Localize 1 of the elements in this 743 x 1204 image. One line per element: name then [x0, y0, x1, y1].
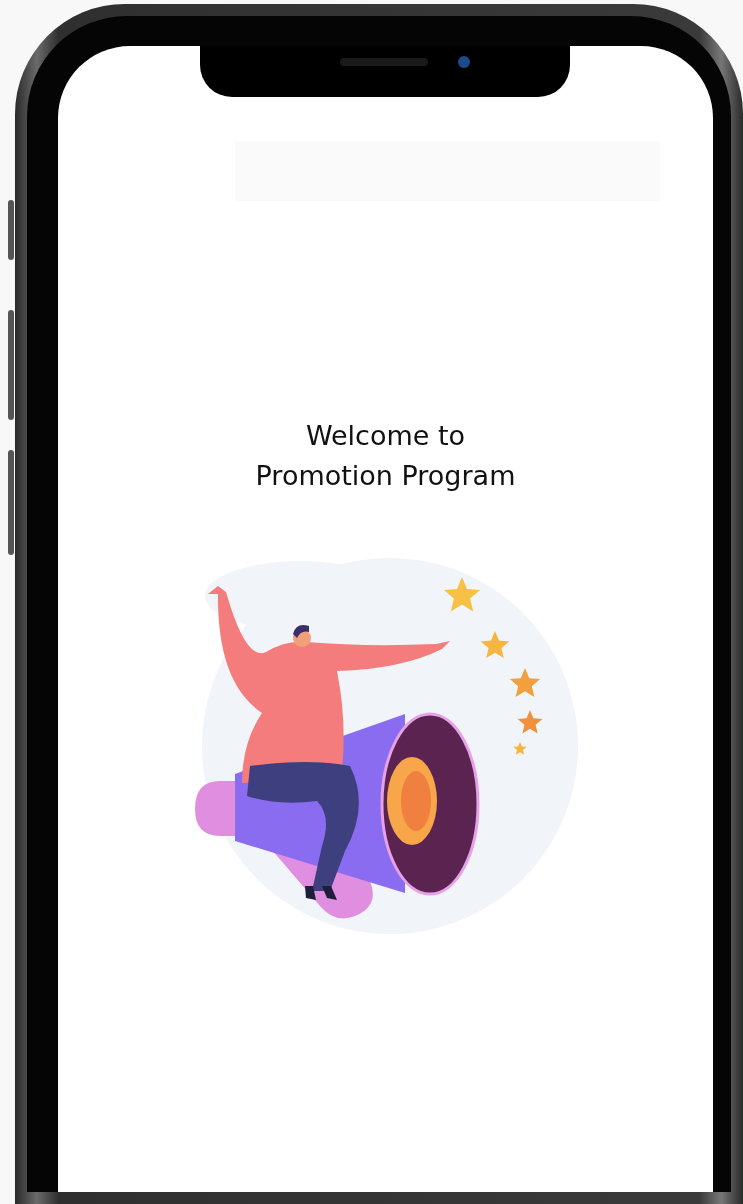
welcome-title: Welcome to Promotion Program [254, 419, 517, 493]
